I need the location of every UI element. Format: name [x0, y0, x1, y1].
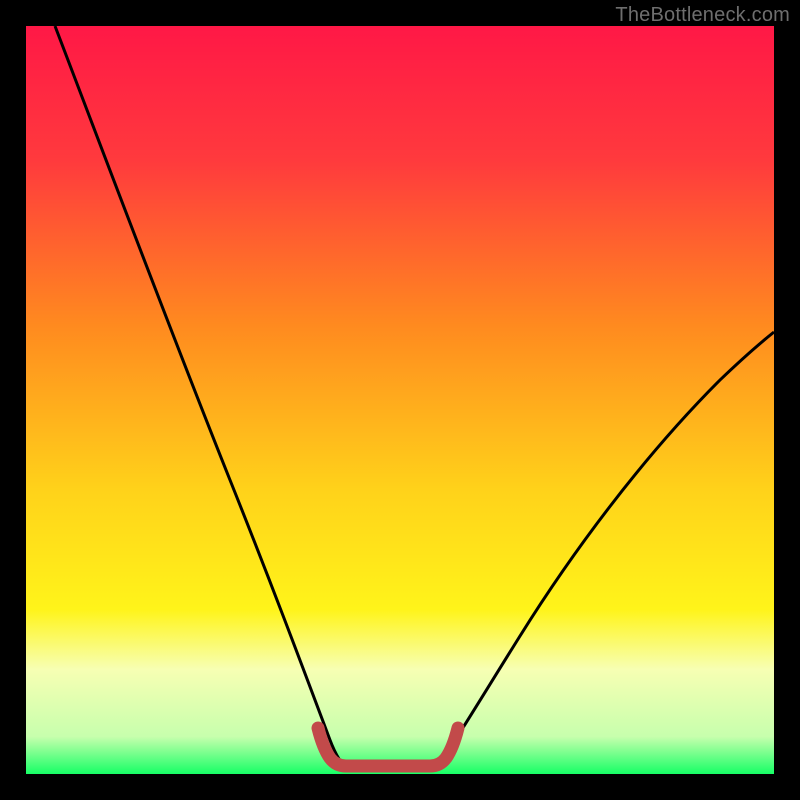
bottleneck-chart [0, 0, 800, 800]
gradient-plot-area [26, 26, 774, 774]
chart-stage: TheBottleneck.com [0, 0, 800, 800]
watermark-text: TheBottleneck.com [615, 4, 790, 27]
